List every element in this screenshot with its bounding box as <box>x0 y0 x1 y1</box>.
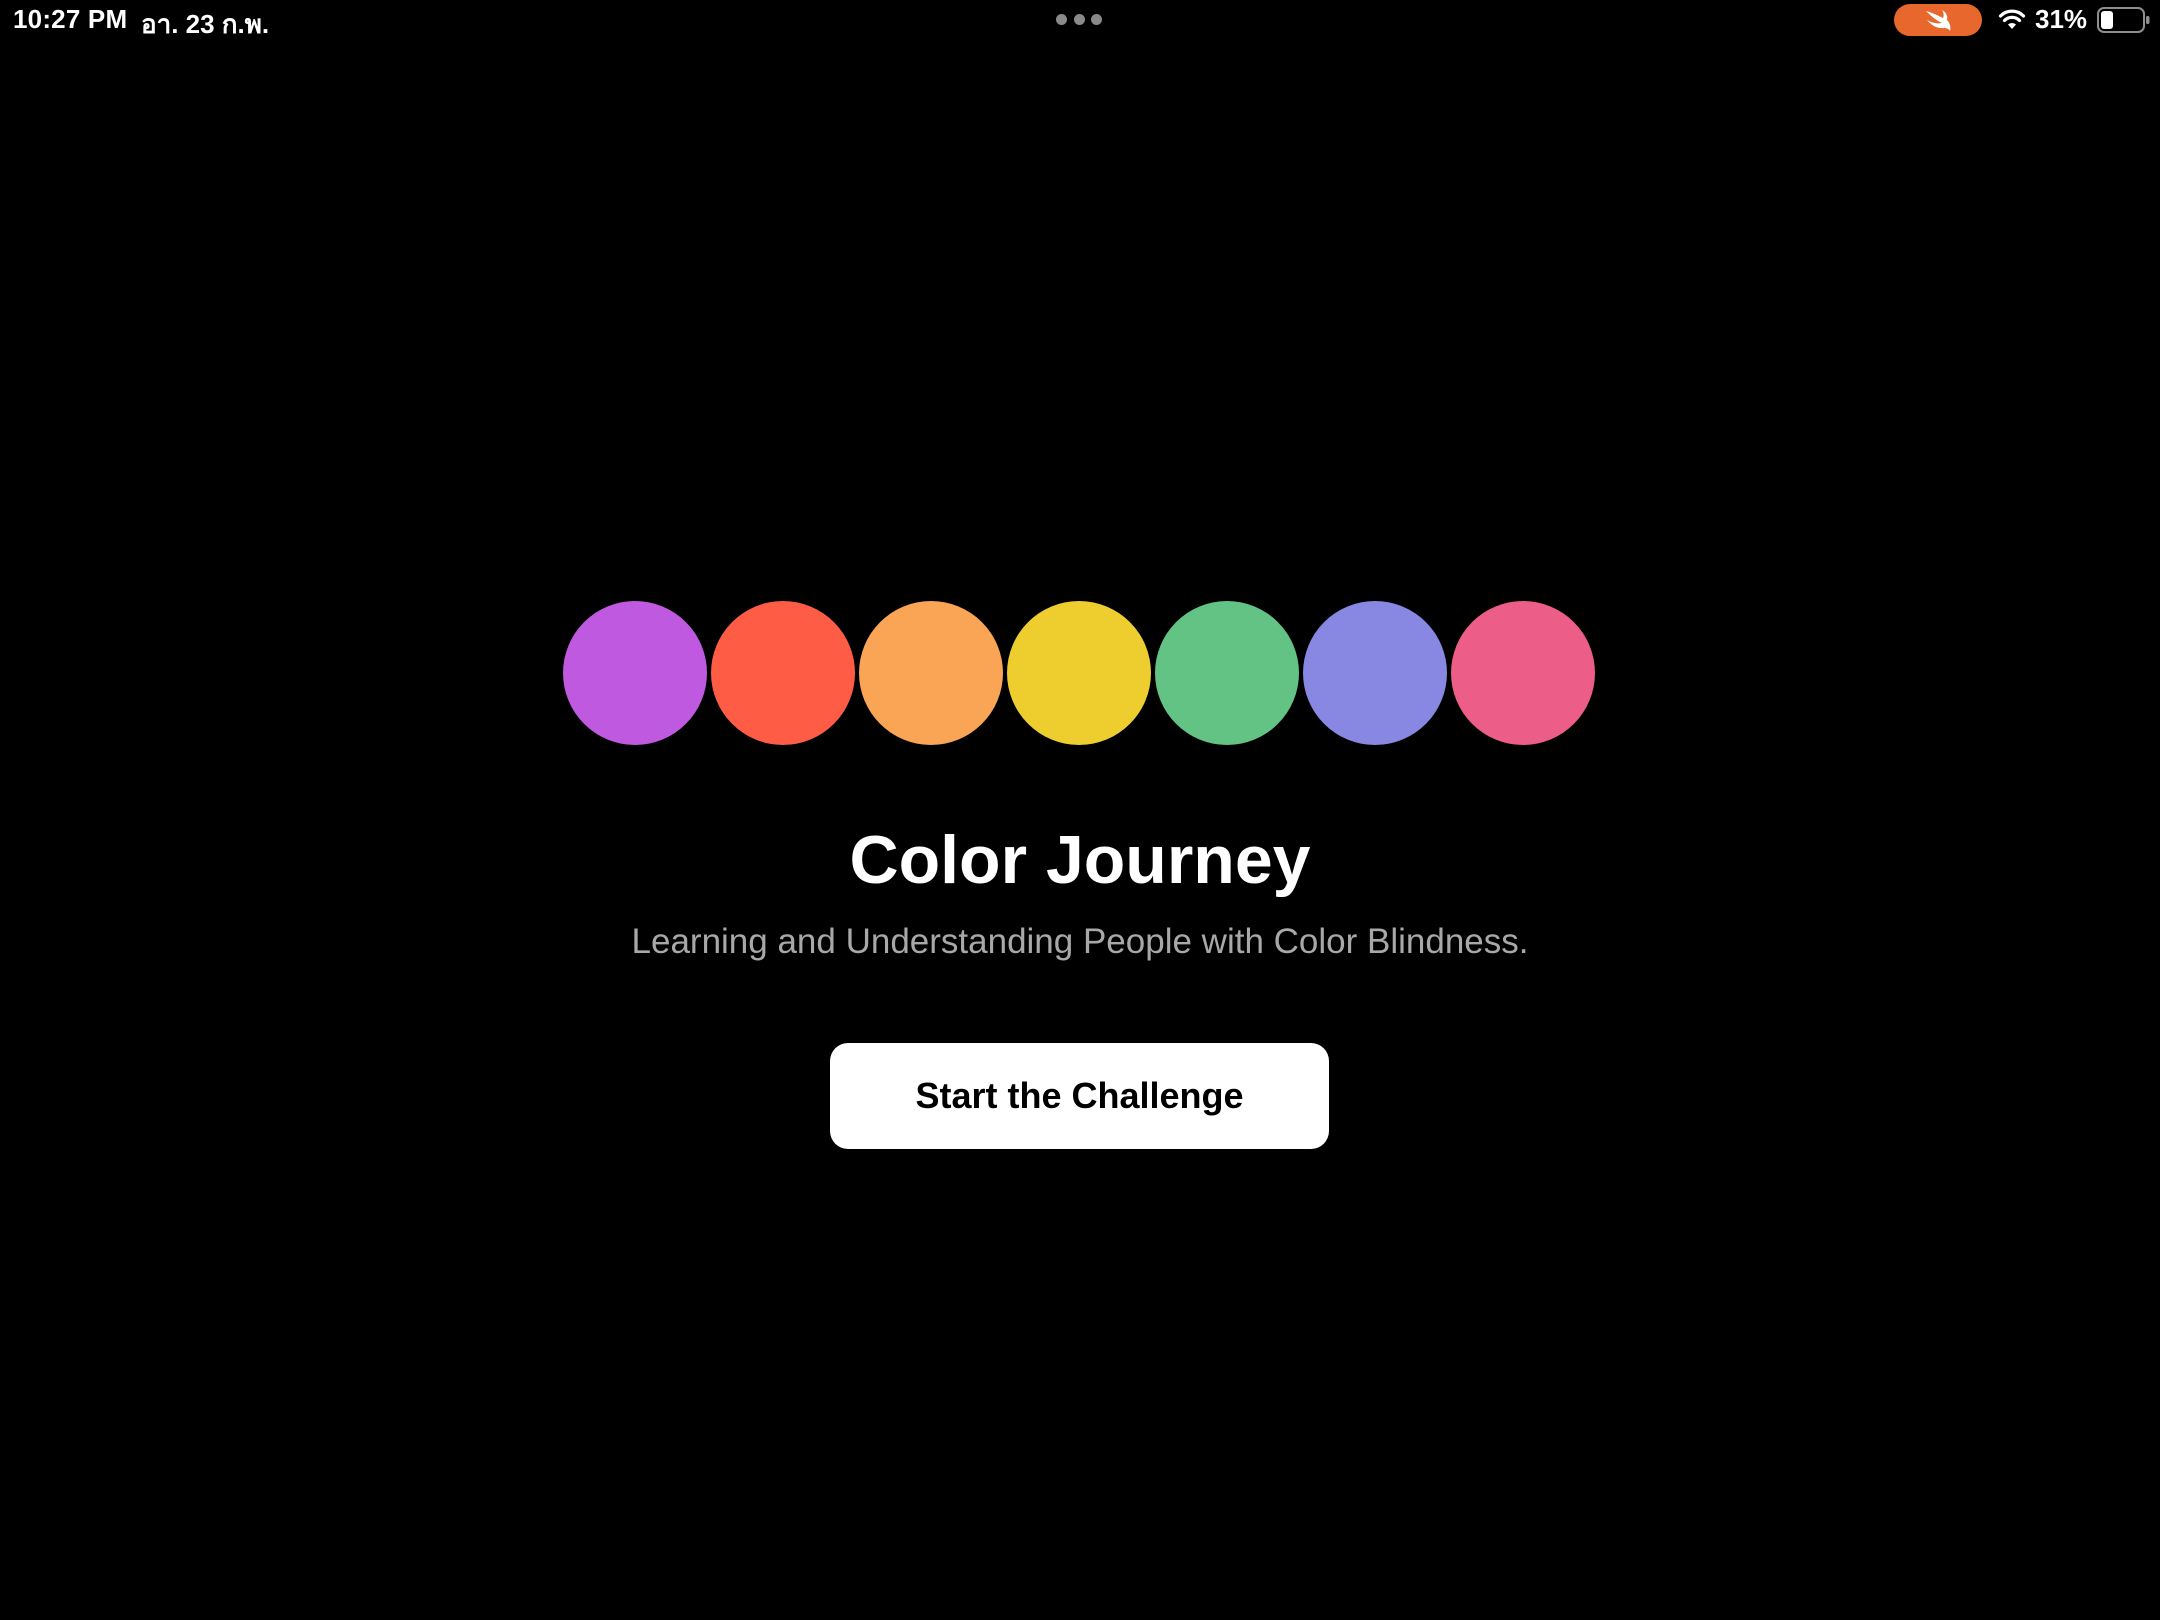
battery-fill <box>2101 11 2113 29</box>
color-dot-pink <box>1451 601 1595 745</box>
status-date: อา. 23 ก.พ. <box>141 9 270 39</box>
swift-playgrounds-indicator[interactable] <box>1894 4 1982 36</box>
color-dot-green <box>1155 601 1299 745</box>
color-dot-yellow <box>1007 601 1151 745</box>
multitask-dot <box>1091 14 1102 25</box>
app-subtitle: Learning and Understanding People with C… <box>631 922 1529 961</box>
color-dot-red <box>711 601 855 745</box>
wifi-icon <box>1998 9 2026 29</box>
battery-icon <box>2097 7 2150 33</box>
color-dot-purple <box>563 601 707 745</box>
multitasking-dots-icon[interactable] <box>1056 14 1102 26</box>
app-title: Color Journey <box>849 822 1311 898</box>
color-dot-orange <box>859 601 1003 745</box>
status-time: 10:27 PM <box>13 4 128 34</box>
screen: 10:27 PM อา. 23 ก.พ. 31% Color Journey L… <box>0 0 2160 1620</box>
multitask-dot <box>1073 14 1085 25</box>
battery-percent: 31% <box>2035 4 2088 34</box>
color-dot-indigo <box>1303 601 1447 745</box>
start-challenge-button[interactable]: Start the Challenge <box>830 1043 1329 1149</box>
multitask-dot <box>1056 14 1067 25</box>
status-bar: 10:27 PM อา. 23 ก.พ. 31% <box>0 0 2160 40</box>
swift-playgrounds-icon <box>1926 10 1951 31</box>
color-dots-row <box>563 601 1597 747</box>
